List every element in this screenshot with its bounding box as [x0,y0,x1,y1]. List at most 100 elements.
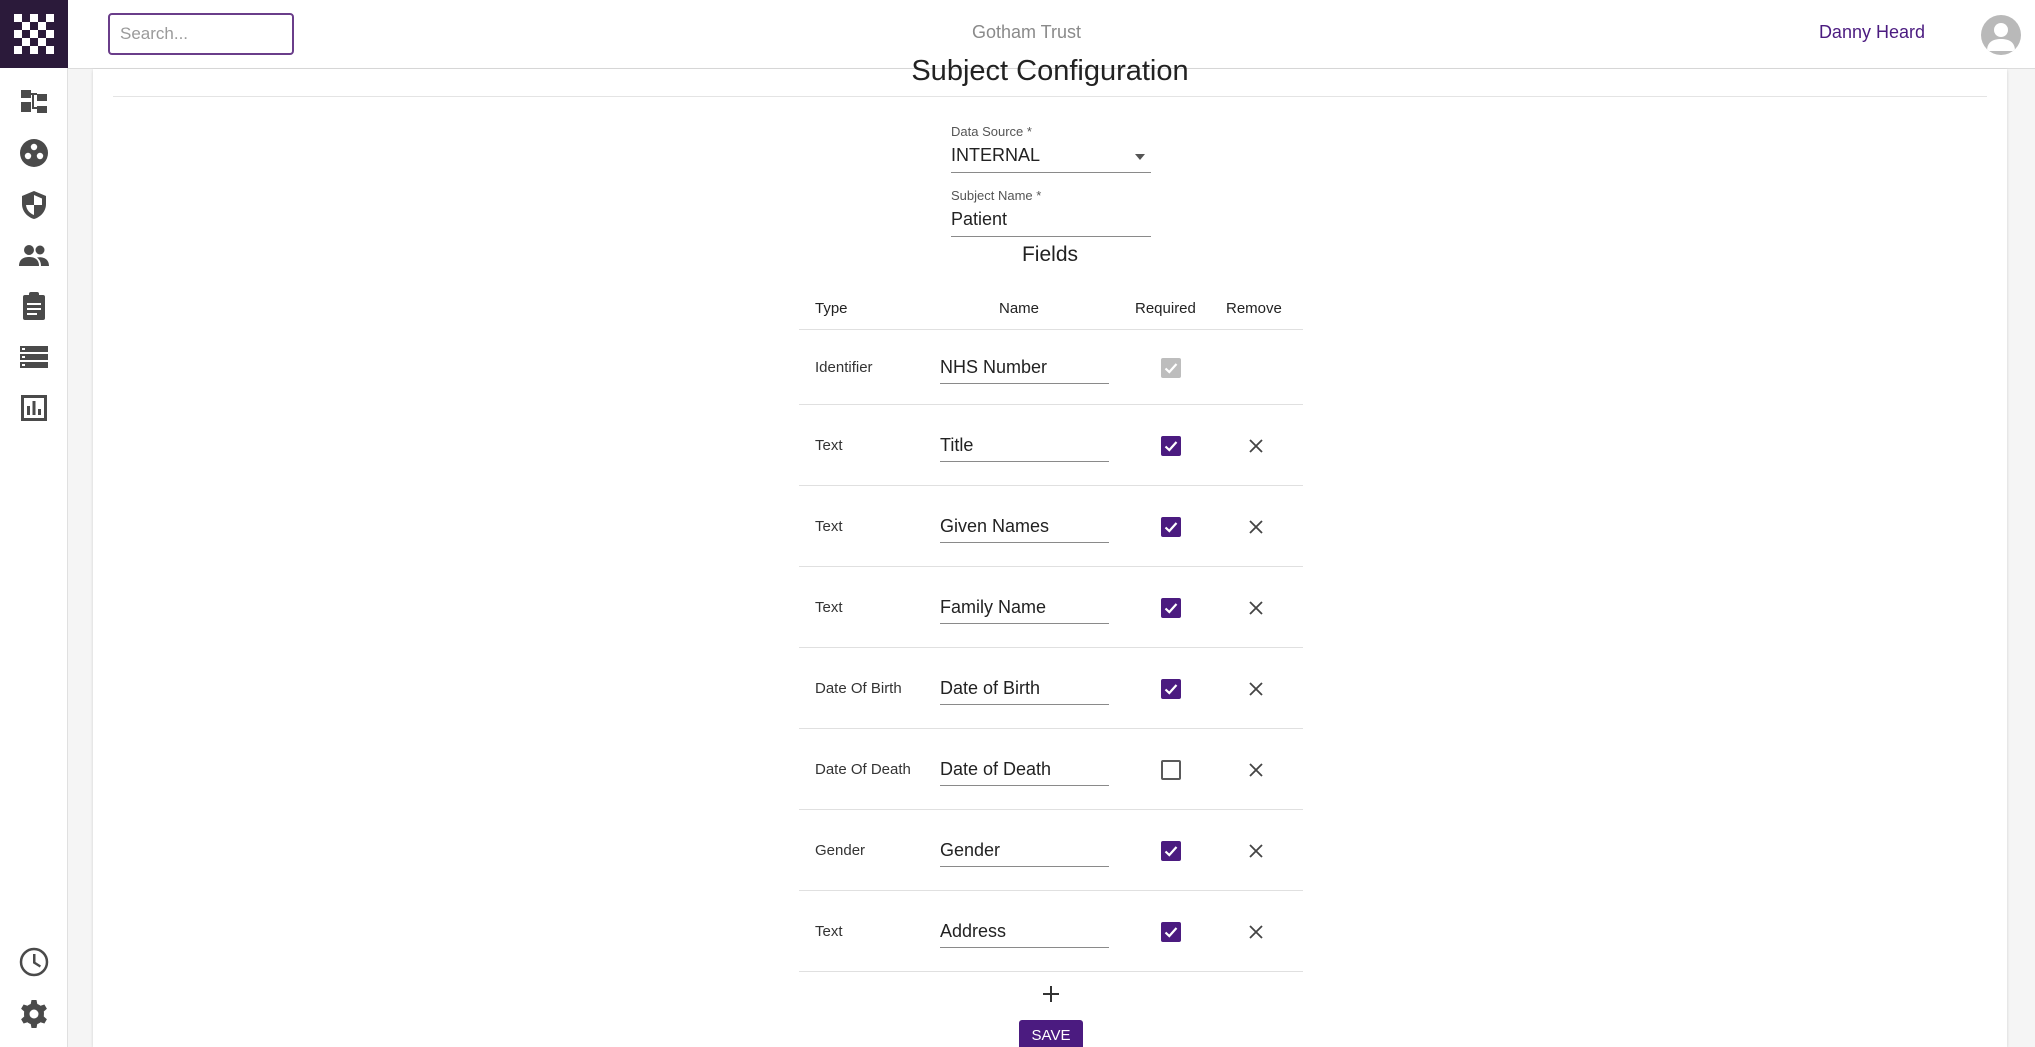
remove-field-button[interactable] [1245,435,1267,457]
sidebar-item-groups[interactable] [0,129,68,177]
logo-icon [14,14,54,54]
sidebar-item-hierarchy[interactable] [0,78,68,126]
user-avatar-icon [1987,23,2015,51]
required-checkbox[interactable] [1161,759,1181,780]
hierarchy-icon [21,90,47,113]
field-type: Identifier [815,358,873,376]
field-name-input[interactable]: Date of Death [940,759,1109,786]
divider [113,96,1987,97]
close-icon [1249,438,1263,453]
remove-field-button[interactable] [1245,840,1267,862]
table-header: Type Name Required Remove [799,287,1303,330]
remove-field-button[interactable] [1245,597,1267,619]
close-icon [1249,924,1263,939]
field-name-input[interactable]: Title [940,435,1109,462]
close-icon [1249,762,1263,777]
sidebar-item-security[interactable] [0,181,68,229]
search-input[interactable] [108,13,294,55]
required-checkbox[interactable] [1161,840,1181,861]
dropdown-caret-icon [1135,154,1145,160]
column-required: Required [1135,300,1196,317]
organization-name: Gotham Trust [971,22,1082,42]
required-checkbox[interactable] [1161,516,1181,537]
column-name: Name [999,300,1040,317]
field-type: Text [815,436,843,454]
subject-name-label: Subject Name * [951,188,1042,203]
group-circle-icon [20,139,48,167]
subject-name-field[interactable]: Subject Name * Patient [951,188,1151,237]
user-name[interactable]: Danny Heard [1819,22,1925,43]
fields-title: Fields [1021,243,1079,266]
save-button[interactable]: SAVE [1019,1020,1083,1047]
field-type: Gender [815,841,866,859]
clipboard-icon [23,292,45,320]
column-type: Type [815,300,848,317]
table-row: Date Of Death Date of Death [799,729,1303,810]
close-icon [1249,681,1263,696]
required-checkbox[interactable] [1161,921,1181,942]
checkmark-icon [1164,602,1178,614]
subject-name-input[interactable]: Patient [951,209,1151,237]
table-row: Date Of Birth Date of Birth [799,648,1303,729]
sidebar-item-people[interactable] [0,232,68,280]
remove-field-button[interactable] [1245,921,1267,943]
sidebar-item-reports[interactable] [0,384,68,432]
field-type: Date Of Birth [815,679,902,697]
add-field-button[interactable] [1036,979,1066,1009]
checkmark-icon [1164,521,1178,533]
table-row: Text Family Name [799,567,1303,648]
shield-icon [22,191,46,219]
remove-field-button[interactable] [1245,516,1267,538]
field-name-input[interactable]: NHS Number [940,357,1109,384]
field-name-input[interactable]: Date of Birth [940,678,1109,705]
table-row: Gender Gender [799,810,1303,891]
table-body: Identifier NHS Number Text Title Text Given N… [799,330,1303,972]
gear-icon [21,1000,47,1028]
field-type: Text [815,922,843,940]
field-name-input[interactable]: Given Names [940,516,1109,543]
field-name-input[interactable]: Address [940,921,1109,948]
sidebar-item-tasks[interactable] [0,282,68,330]
subject-configuration-card: Subject Configuration Data Source * INTE… [93,55,2007,1047]
table-row: Text Given Names [799,486,1303,567]
table-row: Text Address [799,891,1303,972]
sidebar-item-settings[interactable] [0,990,68,1038]
checkmark-icon [1164,440,1178,452]
data-source-value[interactable]: INTERNAL [951,145,1151,173]
required-checkbox [1161,357,1181,378]
checkmark-icon [1164,926,1178,938]
bar-chart-icon [21,395,47,421]
data-source-label: Data Source * [951,124,1032,139]
required-checkbox[interactable] [1161,678,1181,699]
page-title: Subject Configuration [911,55,1189,87]
remove-field-button[interactable] [1245,759,1267,781]
table-row: Identifier NHS Number [799,330,1303,405]
field-name-input[interactable]: Family Name [940,597,1109,624]
checkmark-icon [1164,683,1178,695]
close-icon [1249,519,1263,534]
remove-field-button[interactable] [1245,678,1267,700]
required-checkbox[interactable] [1161,597,1181,618]
data-source-select[interactable]: Data Source * INTERNAL [951,124,1151,173]
people-icon [19,245,49,266]
avatar[interactable] [1981,15,2021,55]
sidebar-item-history[interactable] [0,938,68,986]
field-type: Date Of Death [815,760,911,778]
checkmark-icon [1164,845,1178,857]
storage-list-icon [20,346,48,368]
sidebar-item-storage[interactable] [0,333,68,381]
table-row: Text Title [799,405,1303,486]
required-checkbox[interactable] [1161,435,1181,456]
field-type: Text [815,598,843,616]
field-type: Text [815,517,843,535]
column-remove: Remove [1226,300,1282,317]
field-name-input[interactable]: Gender [940,840,1109,867]
clock-icon [19,947,49,977]
close-icon [1249,600,1263,615]
fields-table: Type Name Required Remove Identifier NHS … [799,287,1303,972]
plus-icon [1043,986,1059,1002]
sidebar [0,0,68,1047]
app-logo[interactable] [0,0,68,68]
close-icon [1249,843,1263,858]
data-source-text: INTERNAL [951,145,1041,165]
